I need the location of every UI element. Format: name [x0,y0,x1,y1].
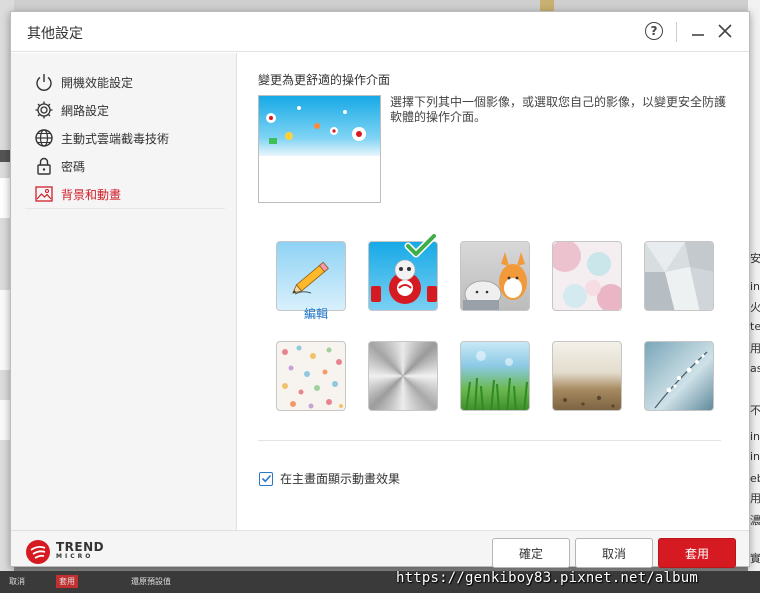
bg-glyph: 濃 [750,514,760,527]
bg-glyph: 火 [750,301,760,314]
settings-dialog: 其他設定 ? 開機效能設定 網路設定 主動式雲端截毒技術 密碼 背景和動畫 變更… [10,11,750,568]
bg-glyph: eb [750,472,760,485]
theme-thumb-beach[interactable] [552,341,622,411]
beach-image [563,395,615,408]
bg-glyph: 安 [750,252,760,265]
taskbar-item: 套用 [56,575,78,588]
close-icon [718,24,732,38]
minimize-icon [692,34,704,36]
section-divider [258,440,721,441]
fox-cat-image [463,252,527,310]
gear-icon [33,99,55,121]
edit-link[interactable]: 編輯 [281,305,351,322]
grass-image [465,351,528,410]
blossom-image [654,351,708,409]
sidebar-item-password[interactable]: 密碼 [33,154,85,178]
checkmark-icon [261,474,271,483]
ok-button[interactable]: 確定 [492,538,570,568]
theme-thumb-pastel-circles[interactable] [552,241,622,311]
sidebar-item-startup[interactable]: 開機效能設定 [33,70,133,94]
bg-glyph: in [750,280,760,293]
theme-thumb-fox-cat[interactable] [460,241,530,311]
image-icon [33,183,55,205]
logo-line1: TREND [56,540,105,554]
theme-thumb-edit[interactable] [276,241,346,311]
sidebar-item-label: 密碼 [61,159,86,174]
lock-icon [33,155,55,177]
sidebar-item-cloud-scan[interactable]: 主動式雲端截毒技術 [33,126,169,150]
sidebar: 開機效能設定 網路設定 主動式雲端截毒技術 密碼 背景和動畫 [11,53,237,530]
sidebar-item-network[interactable]: 網路設定 [33,98,109,122]
theme-thumb-polka-dots[interactable] [276,341,346,411]
bg-glyph: 不 [750,404,760,417]
bg-glyph: 實 [750,552,760,565]
bg-glyph: 用 [750,492,760,505]
bg-glyph: 用 [750,342,760,355]
selected-checkmark-icon [404,233,438,258]
animation-checkbox[interactable] [259,471,273,486]
sidebar-item-label: 網路設定 [61,103,110,118]
sidebar-item-label: 開機效能設定 [61,75,134,90]
help-icon: ? [645,22,663,40]
dialog-footer: TREND MICRO 確定 取消 套用 [11,530,749,568]
taskbar-item: 還原預設值 [131,577,171,586]
section-heading: 變更為更舒適的操作介面 [258,73,391,87]
theme-thumb-grass[interactable] [460,341,530,411]
animation-checkbox-label: 在主畫面顯示動畫效果 [280,472,401,486]
sidebar-item-background[interactable]: 背景和動畫 [24,182,226,209]
animation-option[interactable]: 在主畫面顯示動畫效果 [259,470,400,487]
title-separator [676,22,677,42]
preview-mascot-image [266,106,366,144]
close-button[interactable] [714,20,736,42]
watermark-url: https://genkiboy83.pixnet.net/album [396,570,699,586]
logo-wordmark: TREND MICRO [56,540,105,562]
bg-glyph: in [750,430,760,443]
bg-glyph: in [750,450,760,463]
bg-glyph: te [750,320,760,333]
theme-thumb-blossom[interactable] [644,341,714,411]
sidebar-item-label: 背景和動畫 [61,187,122,202]
bg-glyph: as [750,362,760,375]
section-description: 選擇下列其中一個影像，或選取您自己的影像，以變更安全防護軟體的操作介面。 [390,95,727,124]
pastel-circles-image [553,242,621,310]
power-icon [33,71,55,93]
apply-button[interactable]: 套用 [658,538,736,568]
trend-micro-logo: TREND MICRO [25,539,104,565]
taskbar-item: 取消 [9,577,25,586]
main-panel: 變更為更舒適的操作介面 選擇下列其中一個影像，或選取您自己的影像，以變更安全防護… [238,53,749,530]
help-button[interactable]: ? [643,20,665,42]
globe-icon [33,127,55,149]
geometric-image [645,242,713,310]
cancel-button[interactable]: 取消 [575,538,653,568]
trend-micro-logo-icon [26,540,50,564]
pencil-icon [292,261,329,295]
title-bar: 其他設定 ? [11,12,749,52]
theme-thumb-metal[interactable] [368,341,438,411]
sidebar-item-label: 主動式雲端截毒技術 [61,131,170,146]
polka-dots-image [282,345,343,409]
dialog-title: 其他設定 [27,26,83,42]
minimize-button[interactable] [687,20,709,42]
theme-thumb-geometric[interactable] [644,241,714,311]
theme-preview [258,95,381,203]
